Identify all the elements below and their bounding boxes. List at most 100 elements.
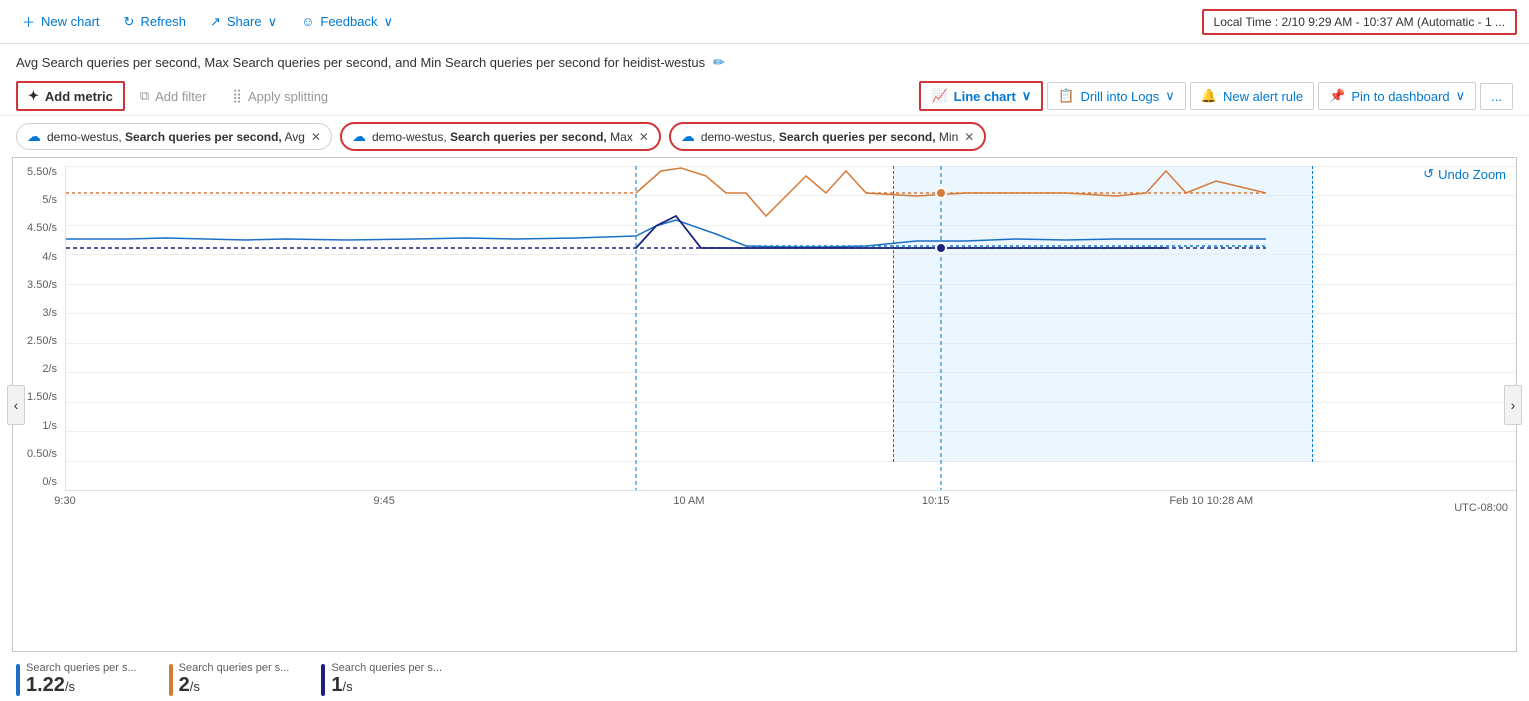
metrics-toolbar: ✦ Add metric ⧉ Add filter ⣿ Apply splitt… <box>0 77 1529 116</box>
add-metric-label: Add metric <box>45 89 113 104</box>
x-label-feb10: Feb 10 10:28 AM <box>1169 495 1253 507</box>
legend-color-min <box>321 664 325 696</box>
x-label-1015: 10:15 <box>922 495 950 507</box>
close-tag-max[interactable]: ✕ <box>639 130 649 144</box>
tag-min-text: demo-westus, Search queries per second, … <box>701 130 958 144</box>
y-label-550: 5.50/s <box>17 166 61 178</box>
alert-icon: 🔔 <box>1201 88 1217 104</box>
max-spike <box>636 168 1266 216</box>
line-chart-button[interactable]: 📈 Line chart ∨ <box>919 81 1043 111</box>
share-label: Share <box>227 14 262 29</box>
chart-title: Avg Search queries per second, Max Searc… <box>16 55 705 70</box>
legend-color-avg <box>16 664 20 696</box>
y-label-400: 4/s <box>17 251 61 263</box>
x-label-945: 9:45 <box>374 495 395 507</box>
add-metric-button[interactable]: ✦ Add metric <box>16 81 125 111</box>
edit-title-icon[interactable]: ✏ <box>713 54 725 71</box>
chart-svg <box>66 166 1516 490</box>
toolbar-left: ＋ New chart ↻ Refresh ↗ Share ∨ ☺ Feedba… <box>12 6 403 37</box>
legend-value-min: 1/s <box>331 674 442 697</box>
pin-dashboard-label: Pin to dashboard <box>1351 89 1449 104</box>
legend-item-max: Search queries per s... 2/s <box>169 662 290 697</box>
refresh-label: Refresh <box>140 14 186 29</box>
y-label-300: 3/s <box>17 307 61 319</box>
y-label-350: 3.50/s <box>17 279 61 291</box>
undo-zoom-button[interactable]: ↺ Undo Zoom <box>1423 166 1506 182</box>
ellipsis-icon: ... <box>1491 89 1502 104</box>
avg-line <box>66 220 1266 247</box>
y-axis: 5.50/s 5/s 4.50/s 4/s 3.50/s 3/s 2.50/s … <box>13 158 65 488</box>
add-filter-button[interactable]: ⧉ Add filter <box>129 82 218 110</box>
legend-value-max: 2/s <box>179 674 290 697</box>
x-label-930: 9:30 <box>54 495 75 507</box>
y-label-450: 4.50/s <box>17 222 61 234</box>
chevron-down-icon-pin: ∨ <box>1456 88 1466 104</box>
legend-title-max: Search queries per s... <box>179 662 290 674</box>
x-label-10am: 10 AM <box>673 495 704 507</box>
metric-tags-row: ☁ demo-westus, Search queries per second… <box>0 116 1529 157</box>
new-chart-button[interactable]: ＋ New chart <box>12 6 110 37</box>
time-range-selector[interactable]: Local Time : 2/10 9:29 AM - 10:37 AM (Au… <box>1202 9 1517 35</box>
utc-label: UTC-08:00 <box>1454 502 1508 514</box>
close-tag-avg[interactable]: ✕ <box>311 130 321 144</box>
tag-max-text: demo-westus, Search queries per second, … <box>372 130 633 144</box>
filter-icon: ⧉ <box>140 88 149 104</box>
share-icon: ↗ <box>210 14 221 30</box>
refresh-button[interactable]: ↻ Refresh <box>114 8 196 36</box>
alert-rule-label: New alert rule <box>1223 89 1303 104</box>
nav-arrow-left[interactable]: ‹ <box>7 385 25 425</box>
drill-into-logs-button[interactable]: 📋 Drill into Logs ∨ <box>1047 82 1185 110</box>
y-label-050: 0.50/s <box>17 448 61 460</box>
cloud-icon-avg: ☁ <box>27 128 41 145</box>
logs-icon: 📋 <box>1058 88 1074 104</box>
metric-tag-min[interactable]: ☁ demo-westus, Search queries per second… <box>669 122 987 151</box>
top-toolbar: ＋ New chart ↻ Refresh ↗ Share ∨ ☺ Feedba… <box>0 0 1529 44</box>
feedback-icon: ☺ <box>301 14 314 29</box>
pin-icon: 📌 <box>1329 88 1345 104</box>
min-cursor-dot <box>936 243 946 253</box>
drill-logs-label: Drill into Logs <box>1080 89 1159 104</box>
chevron-down-icon: ∨ <box>268 14 278 30</box>
nav-arrow-right[interactable]: › <box>1504 385 1522 425</box>
more-options-button[interactable]: ... <box>1480 83 1513 110</box>
undo-zoom-icon: ↺ <box>1423 166 1434 182</box>
legend-item-avg: Search queries per s... 1.22/s <box>16 662 137 697</box>
undo-zoom-label: Undo Zoom <box>1438 167 1506 182</box>
y-label-250: 2.50/s <box>17 335 61 347</box>
grid-area <box>65 166 1516 490</box>
metric-tag-avg[interactable]: ☁ demo-westus, Search queries per second… <box>16 123 332 150</box>
legend-area: Search queries per s... 1.22/s Search qu… <box>0 656 1529 701</box>
close-tag-min[interactable]: ✕ <box>964 130 974 144</box>
line-chart-label: Line chart <box>954 89 1016 104</box>
max-cursor-dot <box>936 188 946 198</box>
legend-title-avg: Search queries per s... <box>26 662 137 674</box>
legend-color-max <box>169 664 173 696</box>
tag-avg-text: demo-westus, Search queries per second, … <box>47 130 305 144</box>
title-area: Avg Search queries per second, Max Searc… <box>0 44 1529 77</box>
chevron-down-icon-feedback: ∨ <box>383 14 393 30</box>
apply-splitting-label: Apply splitting <box>248 89 328 104</box>
y-label-000: 0/s <box>17 476 61 488</box>
legend-item-min: Search queries per s... 1/s <box>321 662 442 697</box>
add-filter-label: Add filter <box>155 89 206 104</box>
pin-to-dashboard-button[interactable]: 📌 Pin to dashboard ∨ <box>1318 82 1476 110</box>
feedback-button[interactable]: ☺ Feedback ∨ <box>291 8 403 36</box>
chevron-down-icon-logs: ∨ <box>1165 88 1175 104</box>
share-button[interactable]: ↗ Share ∨ <box>200 8 287 36</box>
cloud-icon-min: ☁ <box>681 128 695 145</box>
line-chart-icon: 📈 <box>931 88 947 104</box>
metric-tag-max[interactable]: ☁ demo-westus, Search queries per second… <box>340 122 661 151</box>
add-metric-icon: ✦ <box>28 88 39 104</box>
x-axis: 9:30 9:45 10 AM 10:15 Feb 10 10:28 AM <box>65 490 1516 518</box>
chart-container[interactable]: ‹ › ↺ Undo Zoom 5.50/s 5/s 4.50/s 4/s 3.… <box>12 157 1517 652</box>
chevron-down-icon-chart: ∨ <box>1022 88 1032 104</box>
legend-value-avg: 1.22/s <box>26 674 137 697</box>
refresh-icon: ↻ <box>124 14 135 30</box>
chart-wrapper: ‹ › ↺ Undo Zoom 5.50/s 5/s 4.50/s 4/s 3.… <box>0 157 1529 701</box>
apply-splitting-button[interactable]: ⣿ Apply splitting <box>221 82 339 110</box>
chart-inner: ↺ Undo Zoom 5.50/s 5/s 4.50/s 4/s 3.50/s… <box>13 158 1516 518</box>
y-label-200: 2/s <box>17 363 61 375</box>
split-icon: ⣿ <box>232 88 242 104</box>
new-chart-label: New chart <box>41 14 100 29</box>
new-alert-rule-button[interactable]: 🔔 New alert rule <box>1190 82 1314 110</box>
